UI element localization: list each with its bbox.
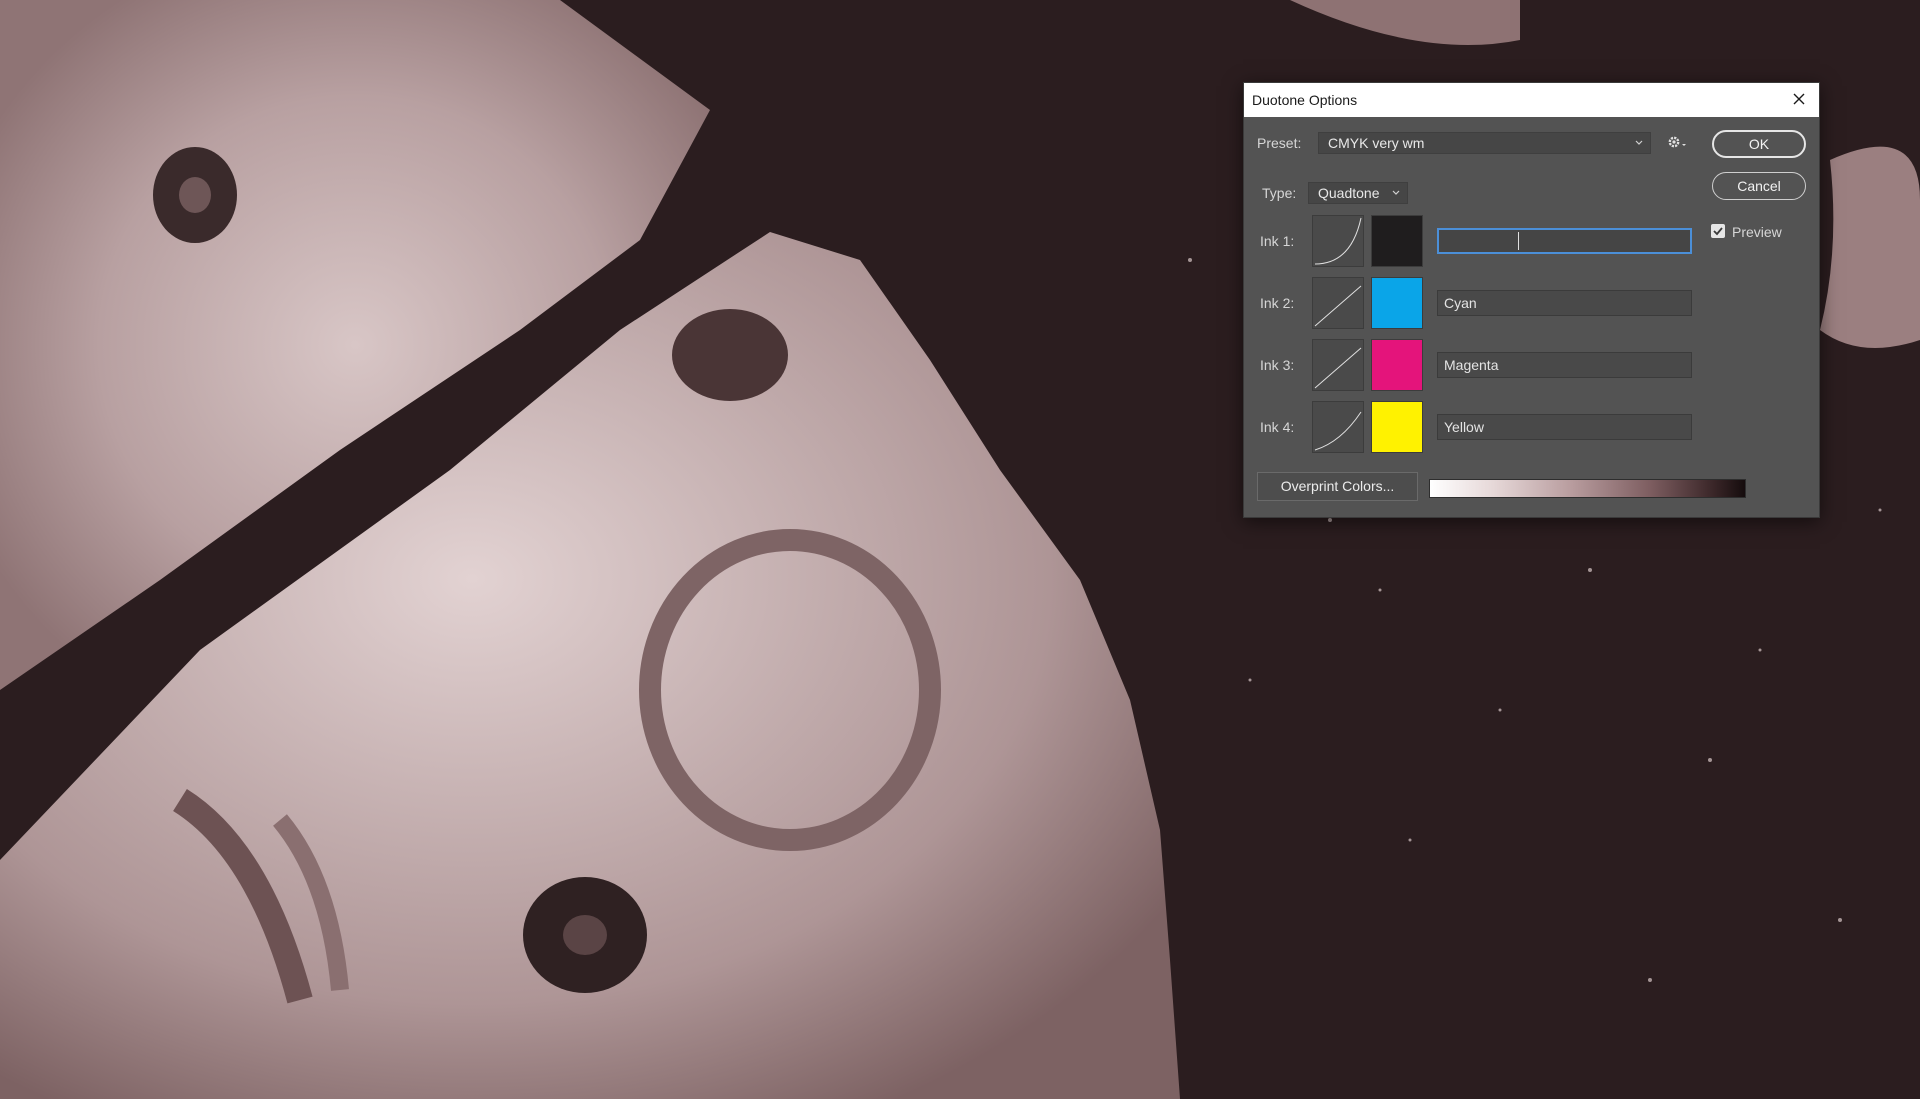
chevron-down-icon bbox=[1635, 140, 1643, 145]
dialog-title: Duotone Options bbox=[1252, 92, 1358, 108]
preview-checkbox[interactable] bbox=[1711, 224, 1725, 238]
ok-button[interactable]: OK bbox=[1712, 130, 1806, 158]
ink-3-curve-icon bbox=[1314, 347, 1362, 389]
cancel-button[interactable]: Cancel bbox=[1712, 172, 1806, 200]
color-ramp-preview bbox=[1429, 479, 1746, 498]
duotone-options-dialog: Duotone Options Preset: CMYK very wm OK … bbox=[1243, 82, 1820, 518]
ink-3-color-swatch[interactable] bbox=[1371, 339, 1423, 391]
ink-2-name-input[interactable]: Cyan bbox=[1437, 290, 1692, 316]
ink-1-label: Ink 1: bbox=[1260, 233, 1295, 249]
ink-2-curve-button[interactable] bbox=[1312, 277, 1364, 329]
ink-3-curve-button[interactable] bbox=[1312, 339, 1364, 391]
ink-1-color-swatch[interactable] bbox=[1371, 215, 1423, 267]
ink-2-color-swatch[interactable] bbox=[1371, 277, 1423, 329]
ink-4-name-value: Yellow bbox=[1444, 419, 1484, 435]
type-value: Quadtone bbox=[1318, 185, 1380, 201]
type-select[interactable]: Quadtone bbox=[1308, 182, 1408, 204]
close-icon[interactable] bbox=[1789, 89, 1809, 109]
ink-2-label: Ink 2: bbox=[1260, 295, 1295, 311]
ink-4-name-input[interactable]: Yellow bbox=[1437, 414, 1692, 440]
ink-4-color-swatch[interactable] bbox=[1371, 401, 1423, 453]
ink-4-curve-button[interactable] bbox=[1312, 401, 1364, 453]
type-label: Type: bbox=[1262, 185, 1297, 201]
ink-4-label: Ink 4: bbox=[1260, 419, 1295, 435]
ink-1-name-input[interactable] bbox=[1437, 228, 1692, 254]
dialog-titlebar: Duotone Options bbox=[1244, 83, 1819, 117]
ink-1-curve-icon bbox=[1314, 217, 1362, 265]
ink-3-name-input[interactable]: Magenta bbox=[1437, 352, 1692, 378]
ink-3-name-value: Magenta bbox=[1444, 357, 1499, 373]
checkmark-icon bbox=[1713, 227, 1723, 236]
preset-value: CMYK very wm bbox=[1328, 135, 1425, 151]
ink-1-curve-button[interactable] bbox=[1312, 215, 1364, 267]
ink-4-curve-icon bbox=[1314, 411, 1362, 451]
gear-icon[interactable] bbox=[1666, 133, 1688, 151]
ink-2-name-value: Cyan bbox=[1444, 295, 1477, 311]
preset-select[interactable]: CMYK very wm bbox=[1318, 132, 1651, 154]
text-cursor bbox=[1518, 232, 1519, 250]
chevron-down-icon bbox=[1392, 190, 1400, 195]
ink-3-label: Ink 3: bbox=[1260, 357, 1295, 373]
ink-2-curve-icon bbox=[1314, 285, 1362, 327]
preview-label: Preview bbox=[1732, 224, 1782, 240]
preset-label: Preset: bbox=[1257, 135, 1302, 151]
overprint-colors-button[interactable]: Overprint Colors... bbox=[1257, 472, 1418, 501]
